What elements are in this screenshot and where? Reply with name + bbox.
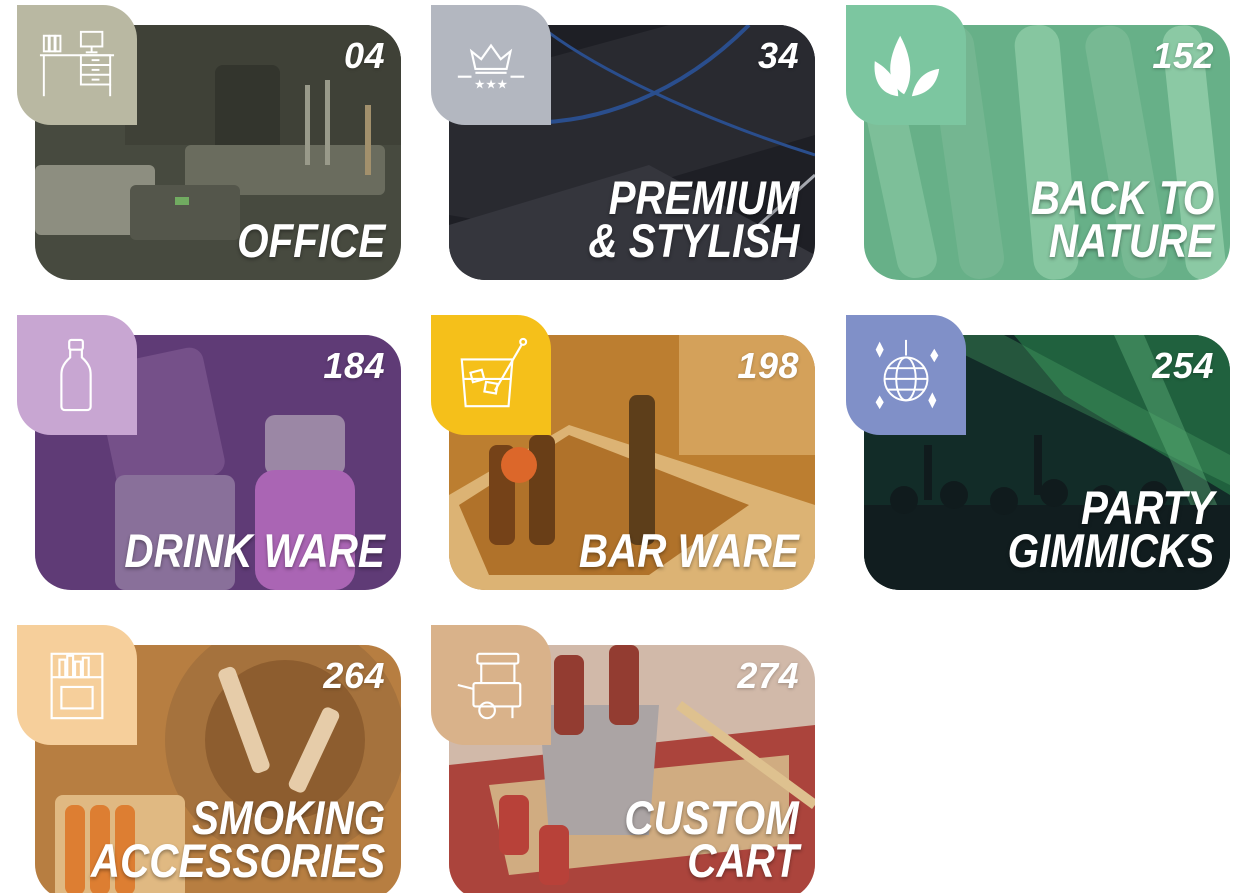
page-number: 184	[323, 345, 385, 386]
card-icon-badge	[846, 5, 966, 125]
card-icon-badge	[17, 315, 137, 435]
category-title: PREMIUM & STYLISH	[587, 171, 799, 267]
category-title: BACK TO NATURE	[1030, 171, 1214, 267]
category-card-office[interactable]: 04 OFFICE	[17, 5, 401, 280]
leaves-icon	[874, 35, 940, 97]
svg-text:★★★: ★★★	[474, 76, 508, 91]
page-number: 254	[1152, 345, 1214, 386]
cigarette-pack-icon	[50, 652, 104, 720]
category-title: CUSTOM CART	[624, 791, 799, 887]
bottle-icon	[60, 338, 92, 412]
card-icon-badge	[431, 315, 551, 435]
category-title: DRINK WARE	[124, 524, 385, 577]
card-icon-badge	[431, 625, 551, 745]
card-icon-badge	[846, 315, 966, 435]
category-title: SMOKING ACCESSORIES	[90, 791, 385, 887]
page-number: 264	[323, 655, 385, 696]
cocktail-glass-icon	[460, 337, 528, 408]
category-card-bar-ware[interactable]: 198 BAR WARE	[431, 315, 815, 590]
page-number: 198	[737, 345, 799, 386]
disco-ball-icon	[875, 339, 939, 410]
page-number: 274	[737, 655, 799, 696]
category-card-premium-stylish[interactable]: ★★★ 34 PREMIUM & STYLISH	[431, 5, 815, 280]
crown-stars-icon: ★★★	[457, 43, 525, 91]
category-title: PARTY GIMMICKS	[1007, 481, 1214, 577]
category-card-custom-cart[interactable]: 274 CUSTOM CART	[431, 625, 815, 893]
page-number: 152	[1152, 35, 1214, 76]
office-desk-icon	[39, 30, 115, 97]
category-title: BAR WARE	[578, 524, 799, 577]
food-cart-icon	[457, 652, 522, 720]
card-icon-badge	[17, 5, 137, 125]
card-icon-badge	[17, 625, 137, 745]
category-card-party-gimmicks[interactable]: 254 PARTY GIMMICKS	[846, 315, 1230, 590]
category-card-drink-ware[interactable]: 184 DRINK WARE	[17, 315, 401, 590]
category-title: OFFICE	[236, 214, 385, 267]
category-card-smoking-accessories[interactable]: 264 SMOKING ACCESSORIES	[17, 625, 401, 893]
category-card-back-to-nature[interactable]: 152 BACK TO NATURE	[846, 5, 1230, 280]
page-number: 34	[757, 35, 799, 76]
page-number: 04	[343, 35, 385, 76]
card-icon-badge: ★★★	[431, 5, 551, 125]
